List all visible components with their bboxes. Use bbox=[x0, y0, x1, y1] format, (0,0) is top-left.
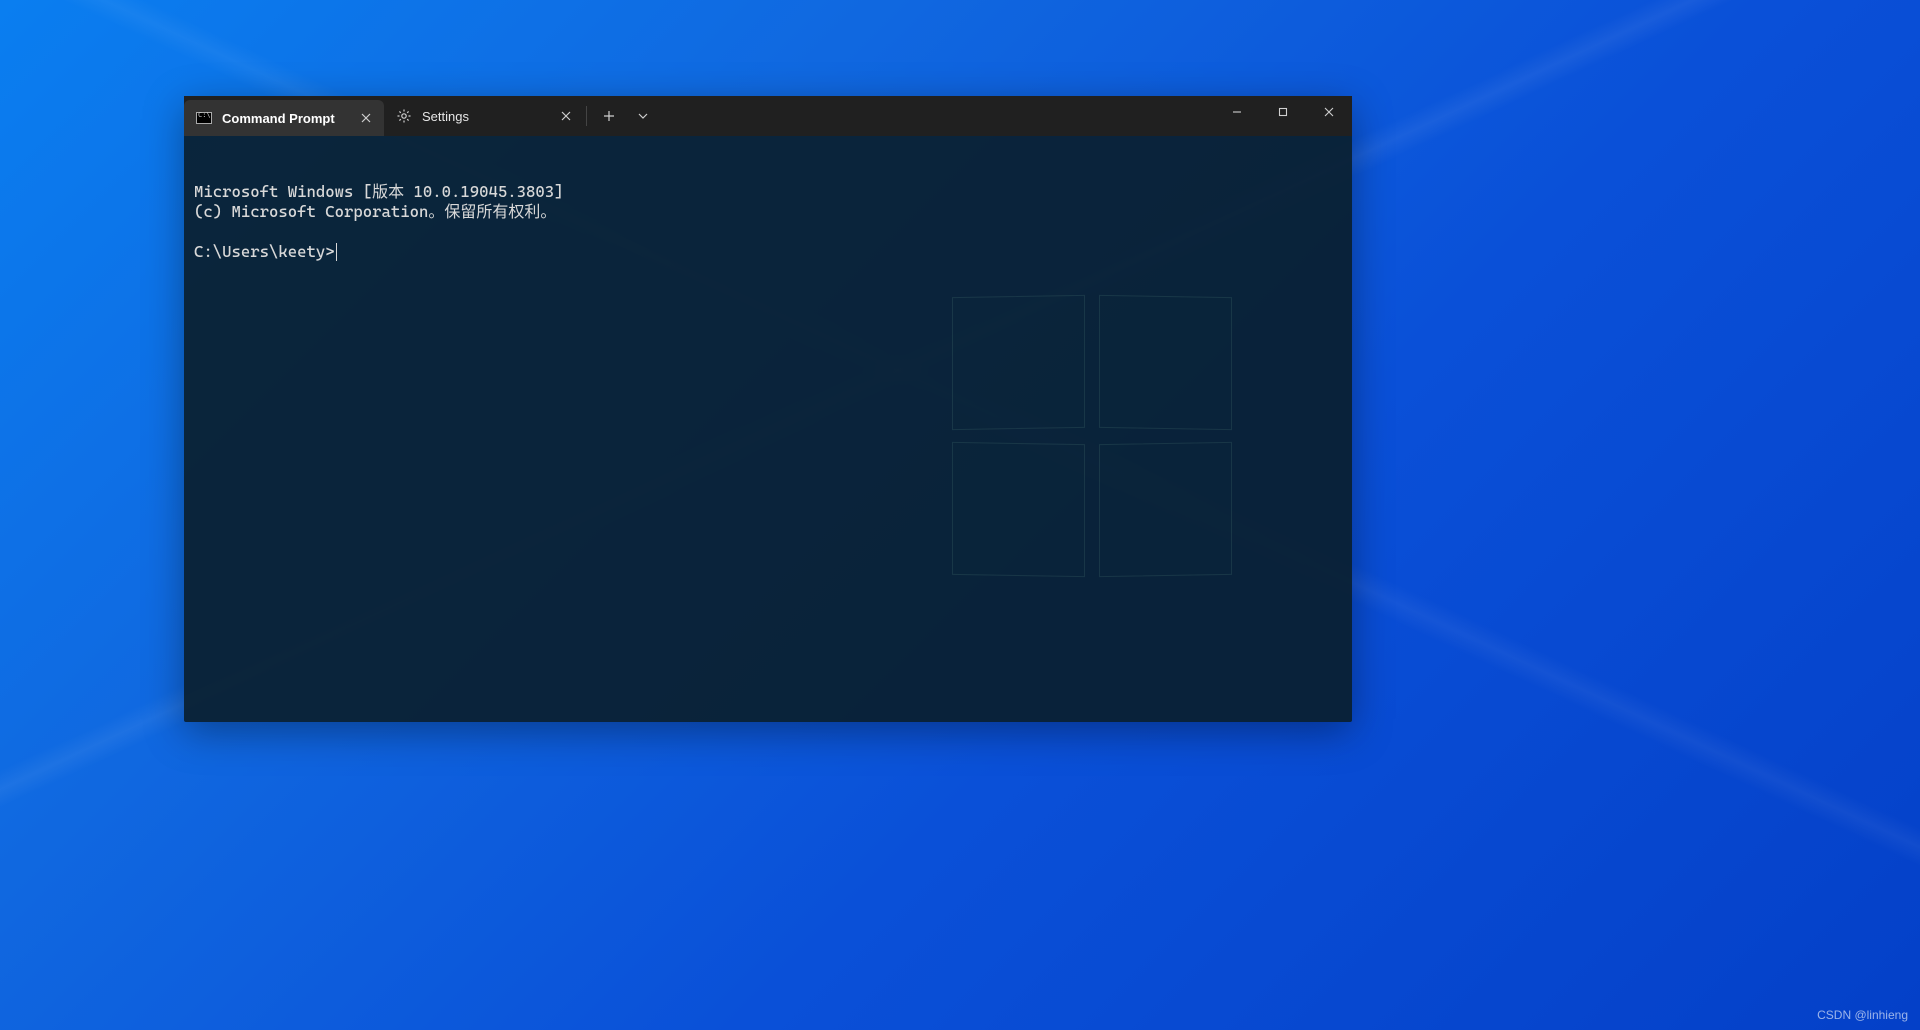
close-tab-button[interactable] bbox=[356, 108, 376, 128]
terminal-output-line: Microsoft Windows [版本 10.0.19045.3803] bbox=[194, 182, 564, 201]
minimize-icon bbox=[1232, 107, 1242, 117]
close-icon bbox=[1324, 107, 1334, 117]
tab-label: Command Prompt bbox=[222, 111, 346, 126]
chevron-down-icon bbox=[638, 111, 648, 121]
maximize-button[interactable] bbox=[1260, 96, 1306, 128]
maximize-icon bbox=[1278, 107, 1288, 117]
tab-actions bbox=[589, 96, 659, 136]
new-tab-button[interactable] bbox=[593, 100, 625, 132]
window-titlebar[interactable]: Command Prompt Settings bbox=[184, 96, 1352, 136]
tab-settings[interactable]: Settings bbox=[384, 96, 584, 136]
close-icon bbox=[561, 111, 571, 121]
terminal-output-line: (c) Microsoft Corporation。保留所有权利。 bbox=[194, 202, 556, 221]
terminal-cursor bbox=[336, 243, 337, 261]
tab-command-prompt[interactable]: Command Prompt bbox=[184, 100, 384, 136]
close-icon bbox=[361, 113, 371, 123]
titlebar-drag-region[interactable] bbox=[659, 96, 1214, 136]
cmd-icon bbox=[196, 110, 212, 126]
tab-dropdown-button[interactable] bbox=[627, 100, 659, 132]
settings-icon bbox=[396, 108, 412, 124]
tab-separator bbox=[586, 106, 587, 126]
tab-label: Settings bbox=[422, 109, 546, 124]
plus-icon bbox=[603, 110, 615, 122]
csdn-watermark: CSDN @linhieng bbox=[1817, 1008, 1908, 1022]
close-tab-button[interactable] bbox=[556, 106, 576, 126]
terminal-prompt: C:\Users\keety> bbox=[194, 242, 335, 261]
terminal-body[interactable]: Microsoft Windows [版本 10.0.19045.3803] (… bbox=[184, 136, 1352, 722]
tab-strip: Command Prompt Settings bbox=[184, 96, 659, 136]
minimize-button[interactable] bbox=[1214, 96, 1260, 128]
windows-logo-watermark bbox=[952, 296, 1232, 576]
close-window-button[interactable] bbox=[1306, 96, 1352, 128]
terminal-window: Command Prompt Settings bbox=[184, 96, 1352, 722]
window-controls bbox=[1214, 96, 1352, 136]
